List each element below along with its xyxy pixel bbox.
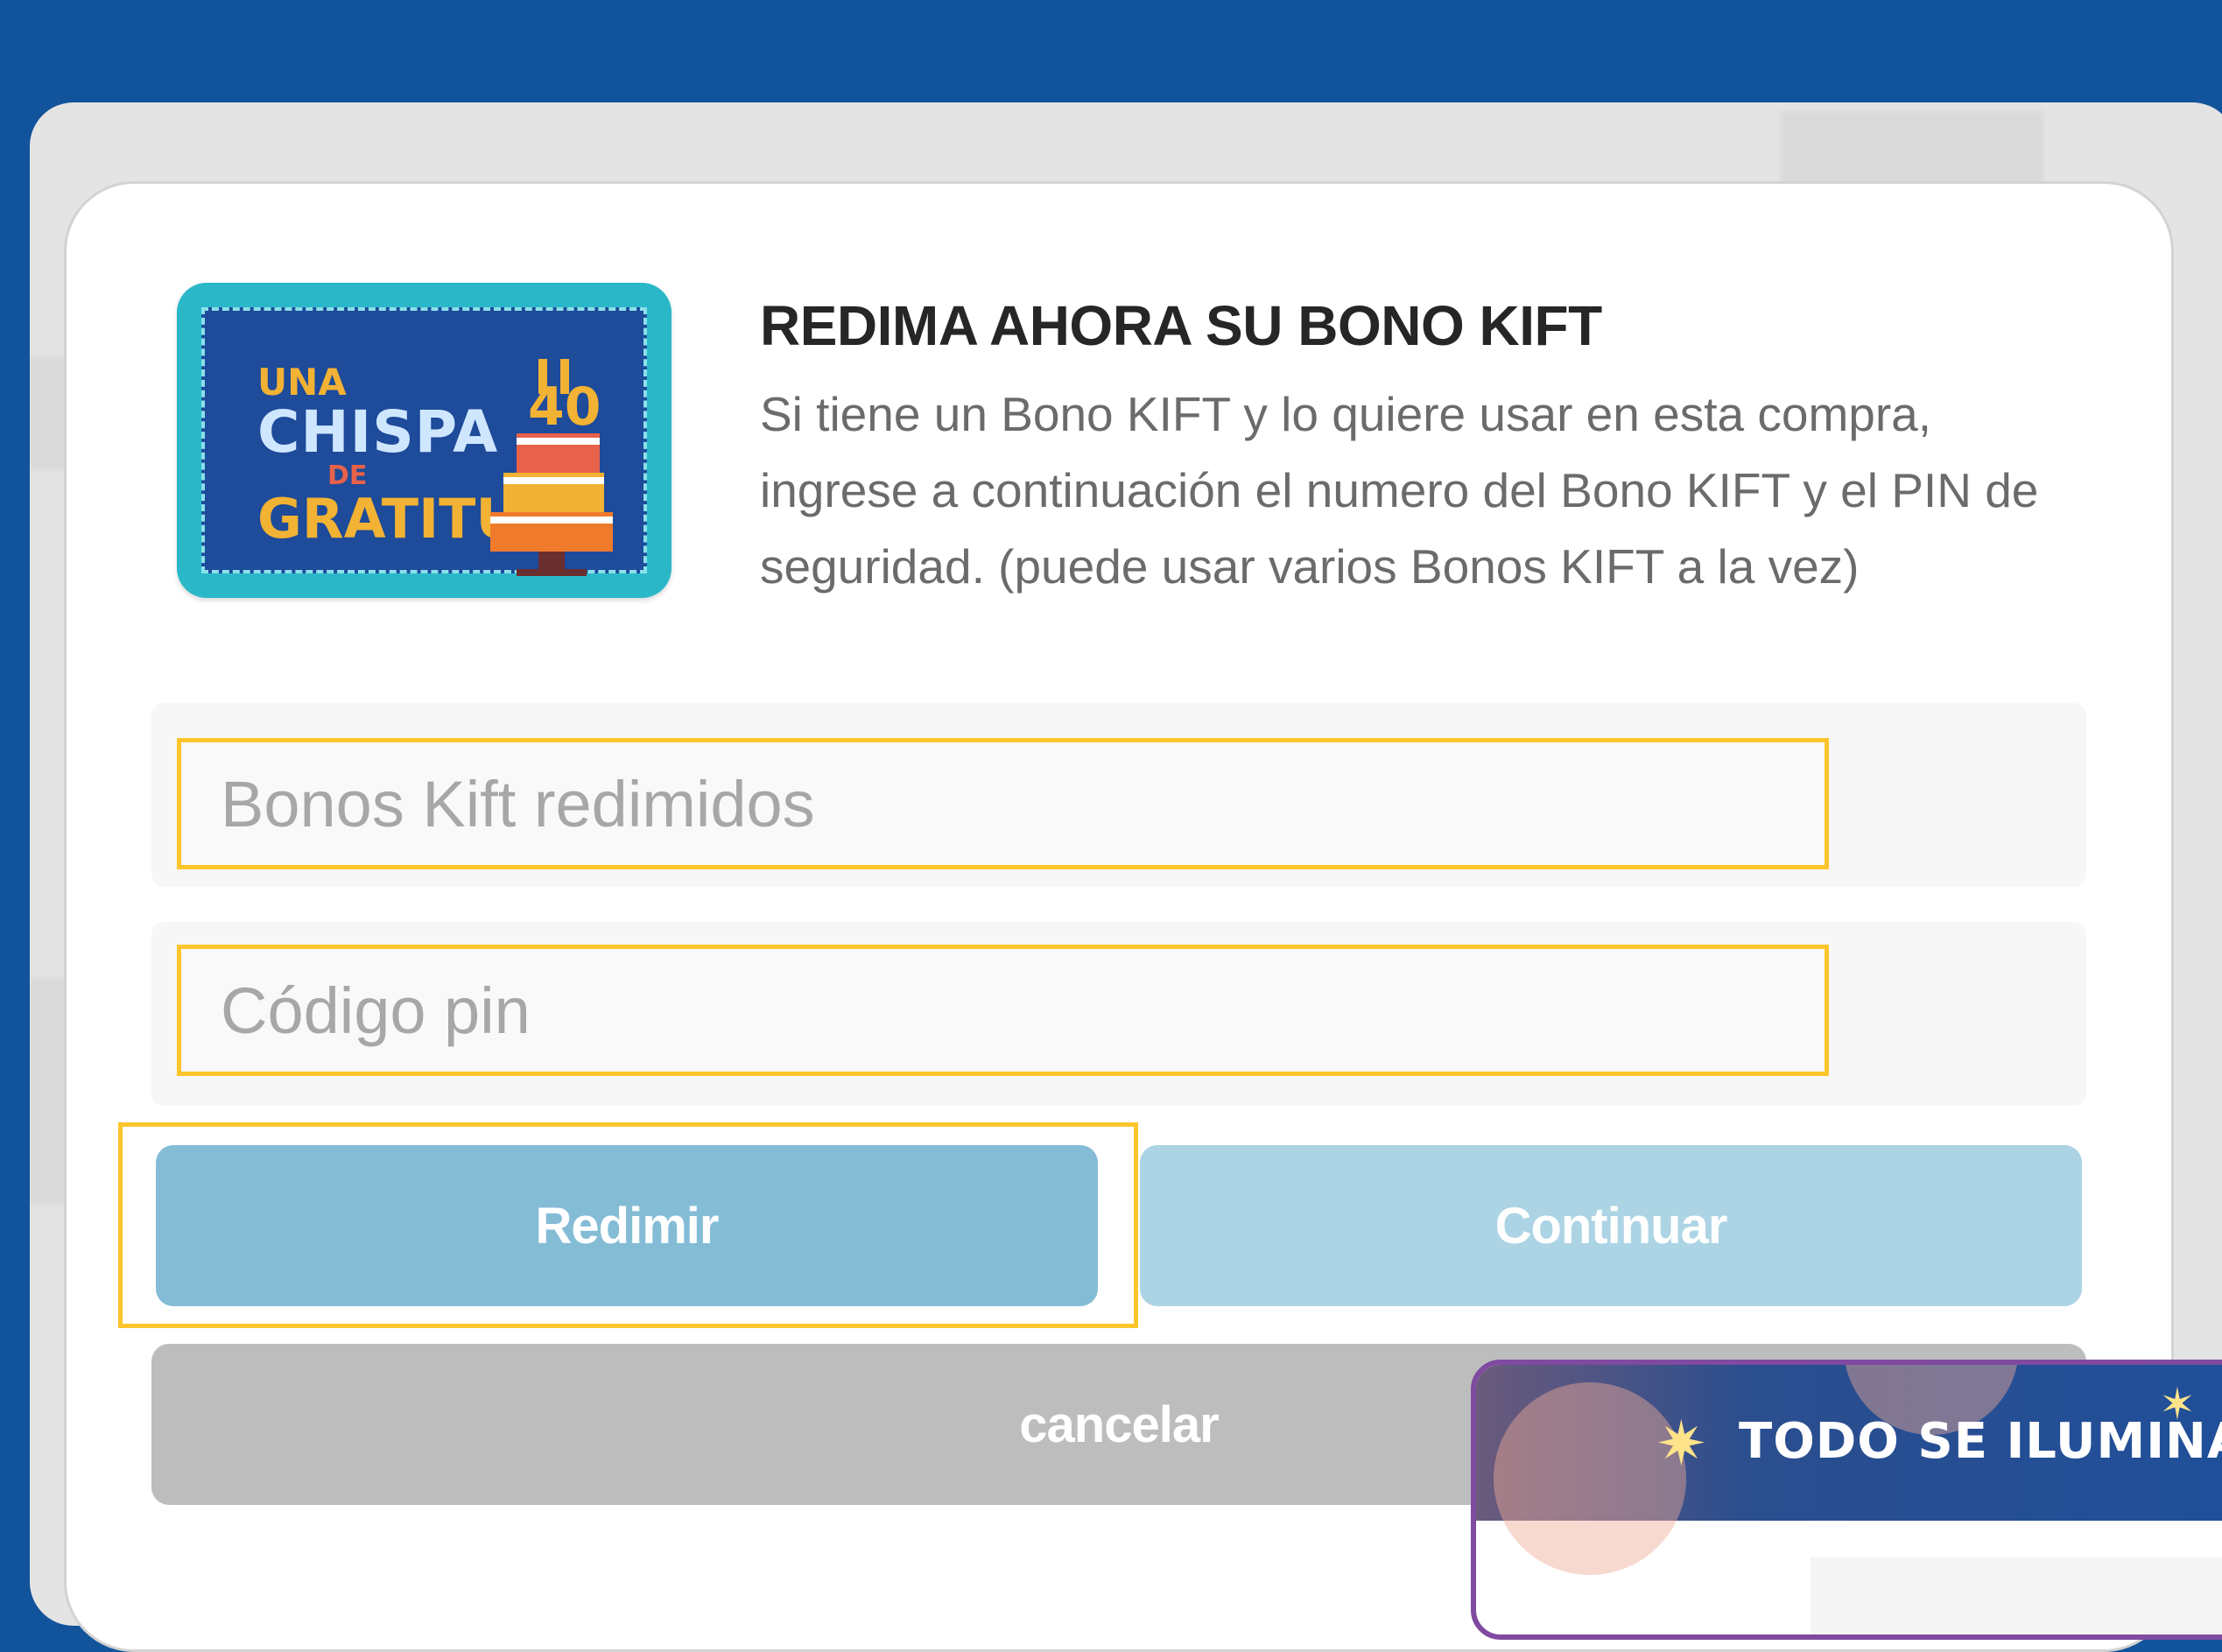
- continuar-button[interactable]: Continuar: [1140, 1145, 2082, 1306]
- gift-card-line4: GRATITUD: [257, 486, 566, 551]
- pin-code-input[interactable]: [177, 945, 1829, 1076]
- gift-card-image: UNA CHISPA DE GRATITUD 40: [177, 283, 672, 598]
- gift-card-lettering: UNA CHISPA DE GRATITUD: [257, 361, 566, 551]
- gift-card-frame: UNA CHISPA DE GRATITUD 40: [201, 307, 647, 576]
- sparkle-icon: ✷: [1656, 1409, 1707, 1478]
- promo-title: TODO SE ILUMINA C: [1739, 1413, 2222, 1470]
- redimir-button[interactable]: Redimir: [156, 1145, 1098, 1306]
- promo-content: [1811, 1557, 2222, 1634]
- modal-title: REDIMA AHORA SU BONO KIFT: [760, 294, 1602, 357]
- gift-card-line1: UNA: [257, 361, 347, 404]
- bono-kift-input[interactable]: [177, 738, 1829, 869]
- promo-banner: ✷ ✶ TODO SE ILUMINA C: [1476, 1365, 2222, 1575]
- cake-number: 40: [528, 376, 601, 438]
- gift-card-line2: CHISPA: [257, 398, 499, 467]
- cake-icon: 40: [490, 359, 613, 576]
- promo-popup[interactable]: ✷ ✶ TODO SE ILUMINA C: [1471, 1360, 2222, 1640]
- modal-description: Si tiene un Bono KIFT y lo quiere usar e…: [760, 387, 2039, 594]
